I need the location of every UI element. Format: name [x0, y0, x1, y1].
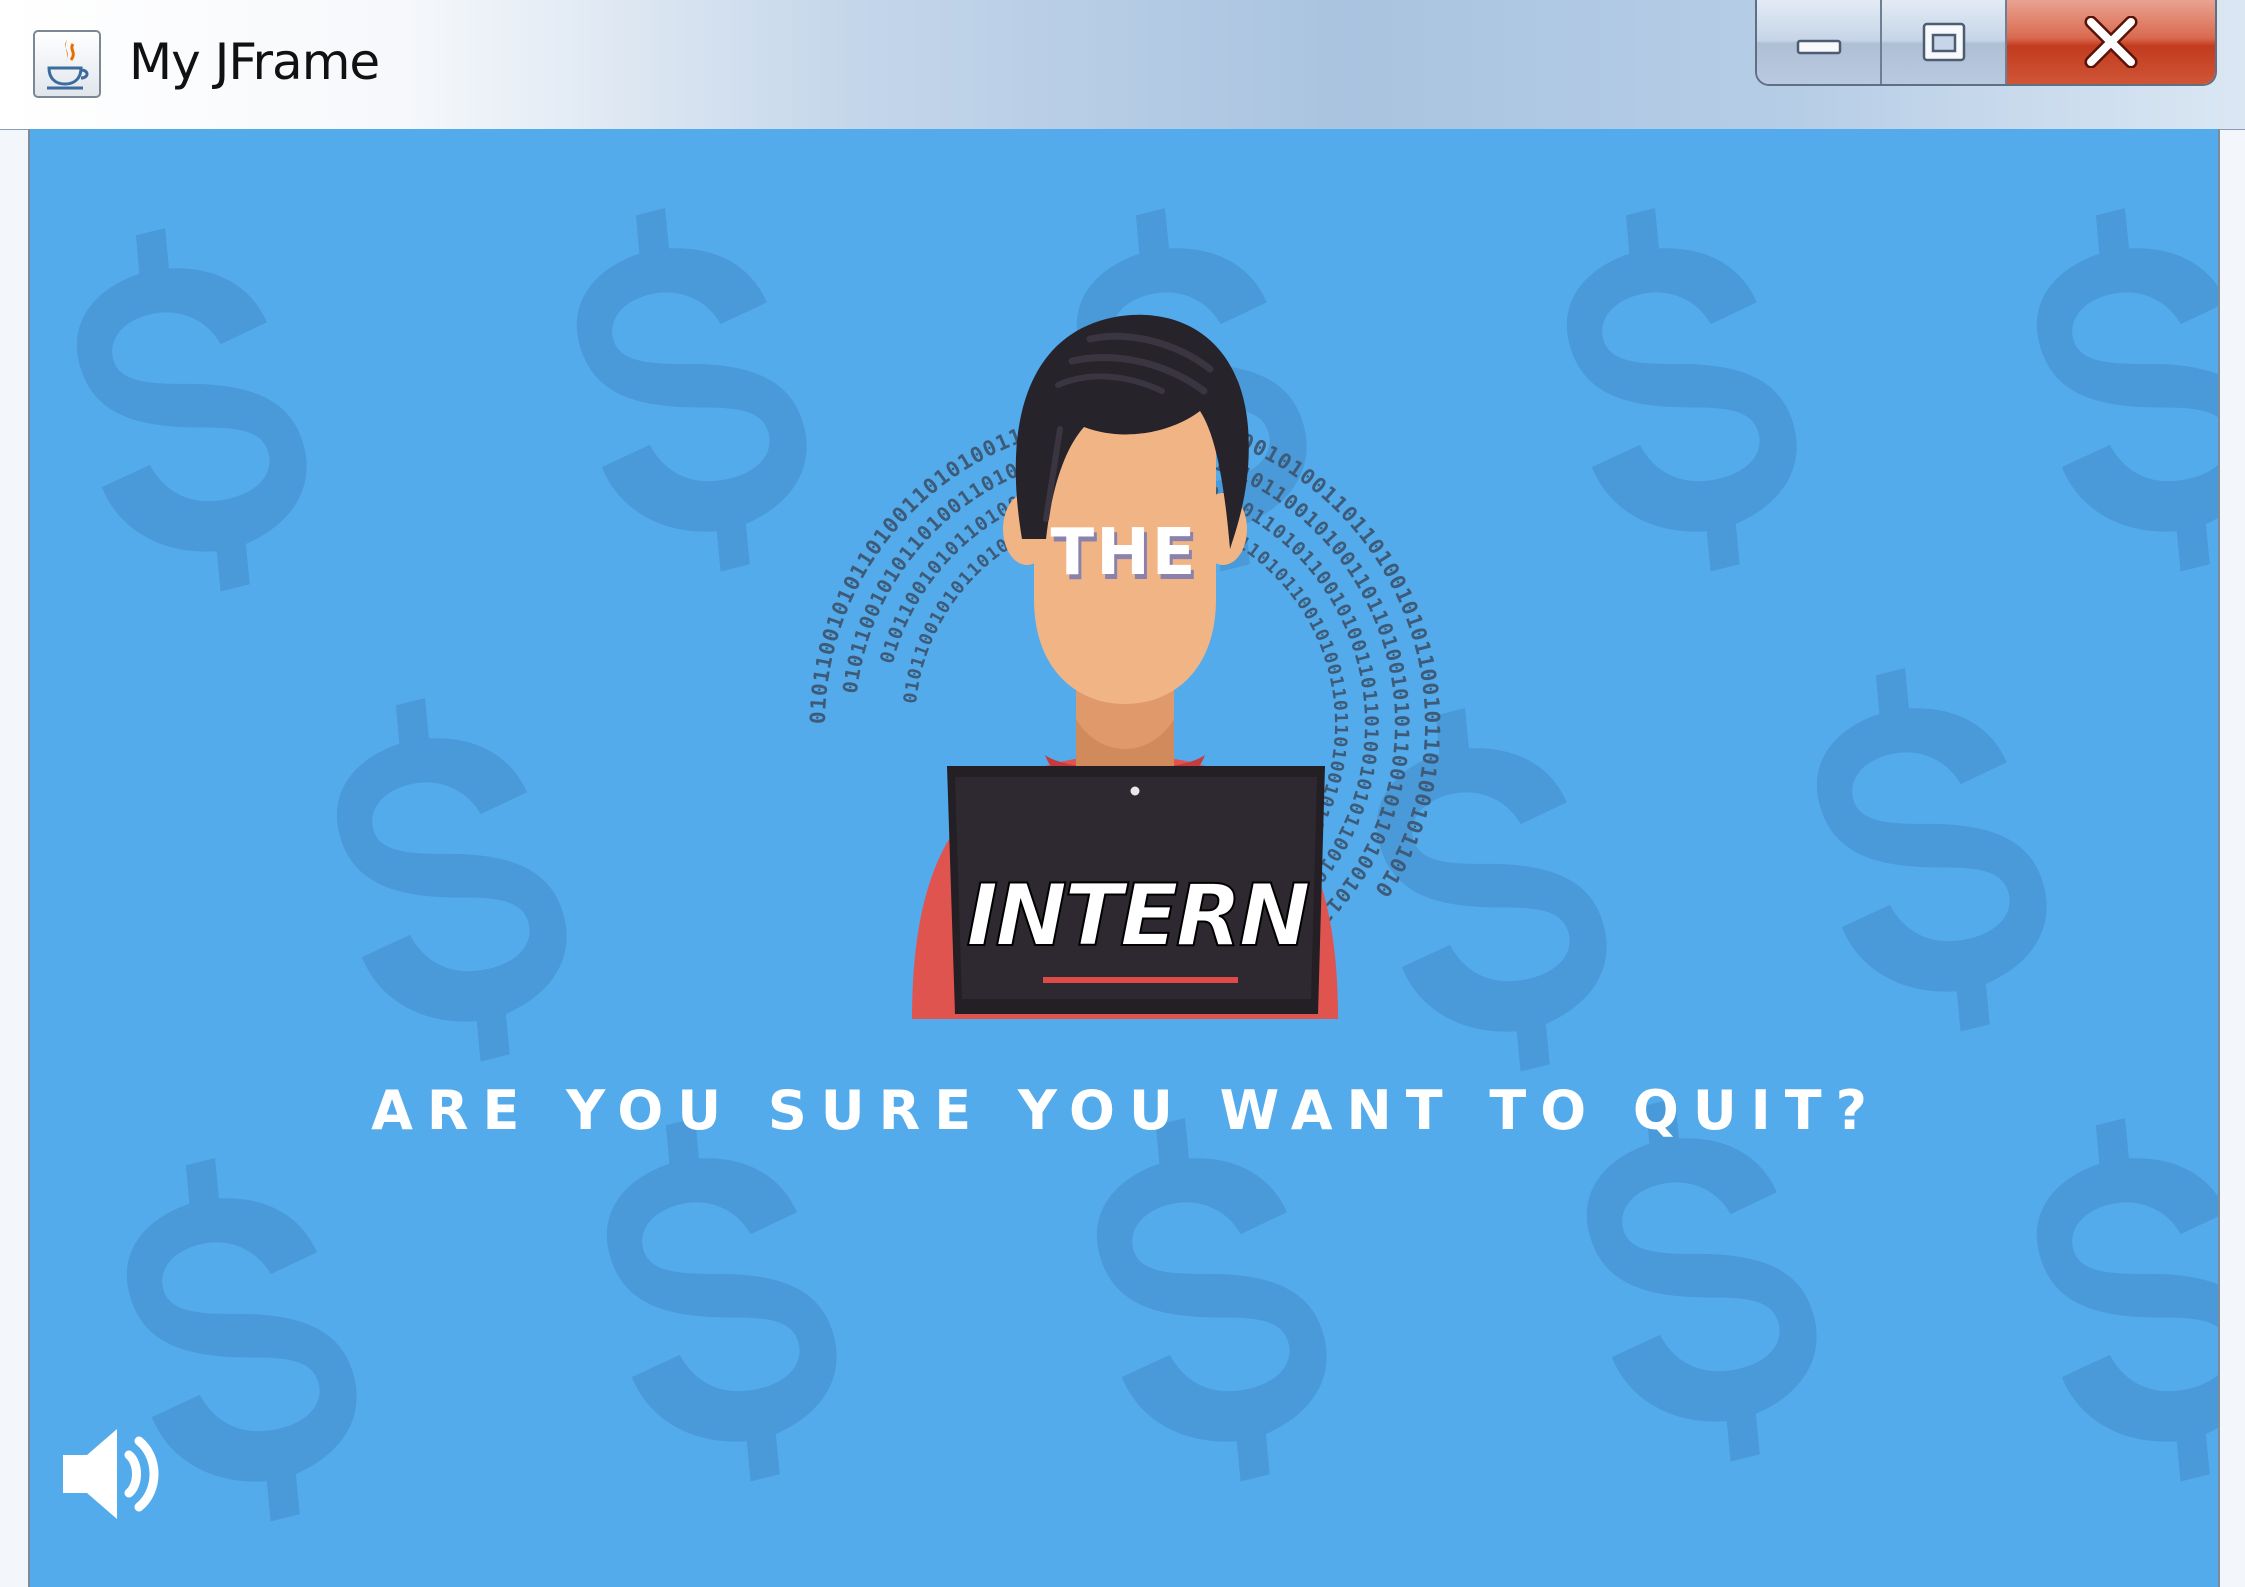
- quit-confirmation-message: ARE YOU SURE YOU WANT TO QUIT?: [371, 1079, 1881, 1142]
- close-button[interactable]: [2007, 0, 2215, 84]
- speaker-icon: [63, 1429, 159, 1519]
- app-window: My JFrame 010110010101101001101010011 01…: [0, 0, 2245, 1587]
- maximize-icon: [1922, 22, 1965, 62]
- java-coffee-icon[interactable]: [33, 30, 101, 98]
- dollar-sign-icon: [1534, 188, 1824, 594]
- minimize-button[interactable]: [1757, 0, 1882, 84]
- close-icon: [2084, 16, 2138, 68]
- dollar-sign-icon: [2004, 188, 2218, 594]
- quit-confirmation-screen: 0101100101011010011010100111010101001101…: [28, 129, 2220, 1587]
- sound-toggle-button[interactable]: [55, 1419, 165, 1529]
- dollar-sign-icon: [304, 678, 594, 1084]
- intern-logo: 0101100101011010011010100111010101001101…: [806, 314, 1443, 1019]
- title-bar[interactable]: My JFrame: [0, 0, 2245, 130]
- dollar-sign-icon: [574, 1098, 864, 1504]
- logo-word-the: THE: [1051, 516, 1198, 590]
- dollar-sign-icon: [1064, 1098, 1354, 1504]
- dollar-sign-icon: [2004, 1098, 2218, 1504]
- window-title: My JFrame: [129, 33, 380, 91]
- minimize-icon: [1796, 39, 1841, 55]
- dollar-sign-icon: [1784, 648, 2074, 1054]
- window-controls: [1755, 0, 2217, 86]
- maximize-button[interactable]: [1882, 0, 2007, 84]
- logo-word-intern: INTERN: [966, 866, 1310, 966]
- dollar-sign-icon: [44, 208, 334, 614]
